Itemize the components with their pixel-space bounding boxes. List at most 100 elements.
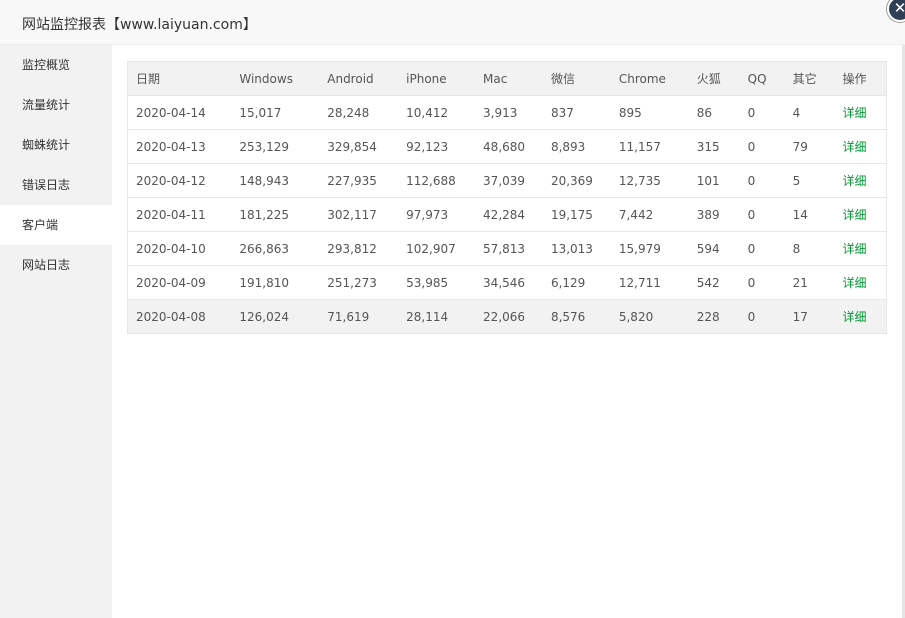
- cell-chrome: 7,442: [610, 197, 689, 232]
- cell-windows: 148,943: [231, 163, 320, 198]
- detail-cell: 详细: [834, 265, 887, 300]
- cell-other: 79: [784, 129, 835, 164]
- cell-wechat: 6,129: [542, 265, 611, 300]
- cell-iphone: 28,114: [398, 299, 476, 334]
- cell-mac: 37,039: [475, 163, 543, 198]
- cell-date: 2020-04-11: [127, 197, 232, 232]
- cell-iphone: 102,907: [398, 231, 476, 266]
- cell-firefox: 594: [688, 231, 740, 266]
- report-window: 网站监控报表【www.laiyuan.com】 ✕ 监控概览 流量统计 蜘蛛统计…: [0, 0, 905, 618]
- cell-qq: 0: [739, 265, 785, 300]
- cell-other: 4: [784, 95, 835, 130]
- column-header-wechat: 微信: [542, 61, 611, 96]
- detail-link[interactable]: 详细: [842, 208, 866, 222]
- cell-mac: 48,680: [475, 129, 543, 164]
- cell-wechat: 837: [542, 95, 611, 130]
- table-row: 2020-04-08 126,024 71,619 28,114 22,066 8,576…: [127, 299, 887, 334]
- detail-cell: 详细: [834, 163, 887, 198]
- cell-other: 5: [784, 163, 835, 198]
- cell-qq: 0: [739, 129, 785, 164]
- cell-chrome: 12,735: [610, 163, 689, 198]
- cell-other: 14: [784, 197, 835, 232]
- cell-wechat: 8,893: [542, 129, 611, 164]
- cell-chrome: 895: [610, 95, 689, 130]
- cell-mac: 34,546: [475, 265, 543, 300]
- cell-date: 2020-04-12: [127, 163, 232, 198]
- column-header-iphone: iPhone: [398, 61, 476, 96]
- table-header-row: 日期 Windows Android iPhone Mac 微信 Chrome 火狐 QQ 其它操…: [127, 61, 887, 96]
- cell-other: 21: [784, 265, 835, 300]
- cell-windows: 181,225: [231, 197, 320, 232]
- cell-chrome: 12,711: [610, 265, 689, 300]
- cell-android: 28,248: [319, 95, 399, 130]
- cell-iphone: 53,985: [398, 265, 476, 300]
- sidebar-item-traffic[interactable]: 流量统计: [0, 85, 112, 125]
- cell-qq: 0: [739, 197, 785, 232]
- cell-chrome: 5,820: [610, 299, 689, 334]
- cell-iphone: 10,412: [398, 95, 476, 130]
- detail-link[interactable]: 详细: [842, 140, 866, 154]
- cell-iphone: 112,688: [398, 163, 476, 198]
- detail-cell: 详细: [834, 197, 887, 232]
- cell-mac: 22,066: [475, 299, 543, 334]
- sidebar-item-overview[interactable]: 监控概览: [0, 45, 112, 85]
- cell-windows: 266,863: [231, 231, 320, 266]
- cell-chrome: 11,157: [610, 129, 689, 164]
- cell-firefox: 389: [688, 197, 740, 232]
- table-row: 2020-04-13 253,129 329,854 92,123 48,680 8,89…: [127, 129, 887, 164]
- cell-iphone: 97,973: [398, 197, 476, 232]
- column-header-qq: QQ: [739, 61, 785, 96]
- column-header-mac: Mac: [475, 61, 543, 96]
- cell-firefox: 86: [688, 95, 740, 130]
- table-row: 2020-04-14 15,017 28,248 10,412 3,913 837 895 8…: [127, 95, 887, 130]
- cell-wechat: 19,175: [542, 197, 611, 232]
- cell-mac: 57,813: [475, 231, 543, 266]
- cell-wechat: 20,369: [542, 163, 611, 198]
- cell-windows: 191,810: [231, 265, 320, 300]
- column-header-windows: Windows: [231, 61, 320, 96]
- detail-cell: 详细: [834, 95, 887, 130]
- detail-link[interactable]: 详细: [842, 310, 866, 324]
- cell-android: 251,273: [319, 265, 399, 300]
- table-row: 2020-04-10 266,863 293,812 102,907 57,813 13,…: [127, 231, 887, 266]
- cell-qq: 0: [739, 231, 785, 266]
- table-row: 2020-04-09 191,810 251,273 53,985 34,546 6,12…: [127, 265, 887, 300]
- sidebar-item-spider[interactable]: 蜘蛛统计: [0, 125, 112, 165]
- cell-date: 2020-04-08: [127, 299, 232, 334]
- cell-android: 293,812: [319, 231, 399, 266]
- detail-link[interactable]: 详细: [842, 242, 866, 256]
- cell-other: 8: [784, 231, 835, 266]
- sidebar-item-client[interactable]: 客户端: [0, 205, 112, 245]
- cell-qq: 0: [739, 299, 785, 334]
- cell-android: 302,117: [319, 197, 399, 232]
- cell-windows: 126,024: [231, 299, 320, 334]
- cell-windows: 15,017: [231, 95, 320, 130]
- title-bar: 网站监控报表【www.laiyuan.com】: [0, 0, 905, 45]
- sidebar-item-errors[interactable]: 错误日志: [0, 165, 112, 205]
- column-header-other: 其它: [784, 61, 835, 96]
- detail-cell: 详细: [834, 231, 887, 266]
- cell-wechat: 13,013: [542, 231, 611, 266]
- cell-date: 2020-04-14: [127, 95, 232, 130]
- cell-firefox: 101: [688, 163, 740, 198]
- cell-mac: 42,284: [475, 197, 543, 232]
- cell-date: 2020-04-10: [127, 231, 232, 266]
- detail-link[interactable]: 详细: [842, 174, 866, 188]
- client-stats-table: 日期 Windows Android iPhone Mac 微信 Chrome 火狐 QQ 其它操…: [127, 61, 887, 334]
- cell-android: 227,935: [319, 163, 399, 198]
- column-header-firefox: 火狐: [688, 61, 740, 96]
- column-header-action: 操作: [834, 61, 887, 96]
- cell-mac: 3,913: [475, 95, 543, 130]
- cell-qq: 0: [739, 163, 785, 198]
- detail-link[interactable]: 详细: [842, 276, 866, 290]
- sidebar-item-site-log[interactable]: 网站日志: [0, 245, 112, 285]
- column-header-date: 日期: [127, 61, 232, 96]
- cell-other: 17: [784, 299, 835, 334]
- column-header-android: Android: [319, 61, 399, 96]
- cell-windows: 253,129: [231, 129, 320, 164]
- detail-link[interactable]: 详细: [842, 106, 866, 120]
- cell-android: 71,619: [319, 299, 399, 334]
- sidebar: 监控概览 流量统计 蜘蛛统计 错误日志 客户端 网站日志: [0, 45, 112, 618]
- cell-wechat: 8,576: [542, 299, 611, 334]
- cell-firefox: 542: [688, 265, 740, 300]
